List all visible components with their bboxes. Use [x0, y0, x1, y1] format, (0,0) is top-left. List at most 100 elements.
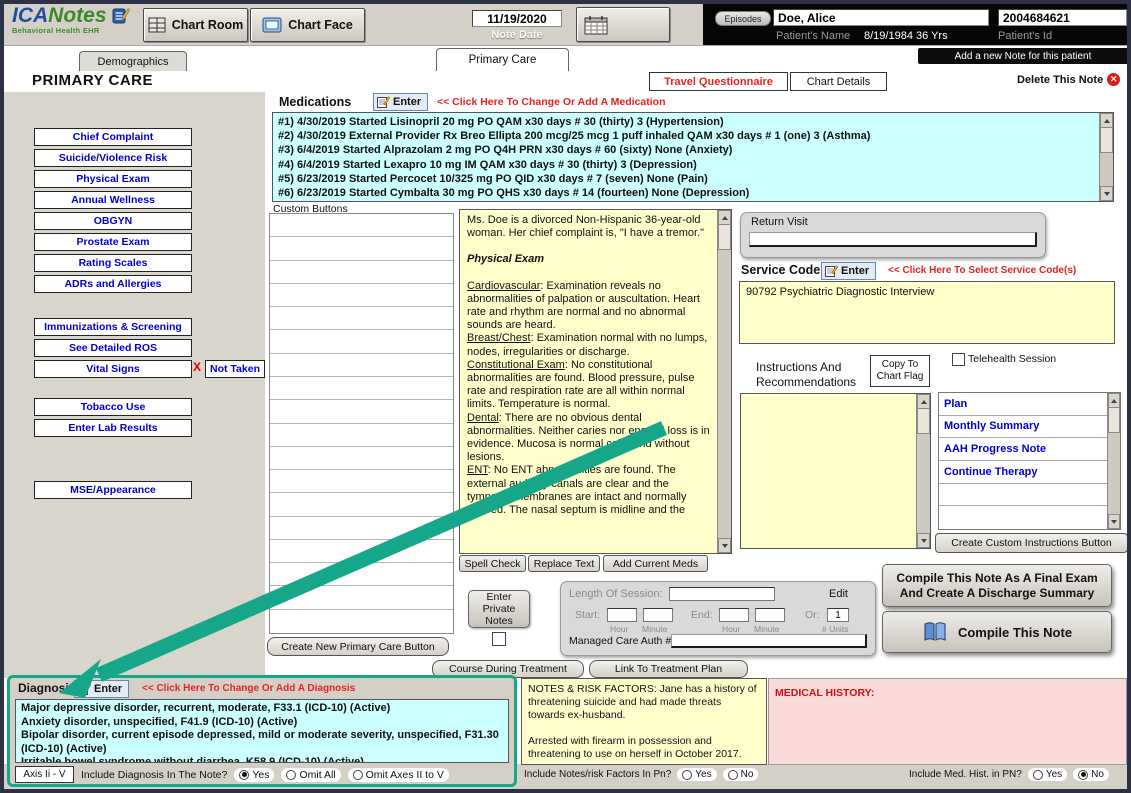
units-input[interactable] [827, 608, 849, 622]
diagnosis-row[interactable]: Bipolar disorder, current episode depres… [21, 729, 503, 756]
sidebar-item-immunizations-screening[interactable]: Immunizations & Screening [34, 318, 192, 336]
instructions-scrollbar[interactable] [916, 394, 930, 548]
notes-risk-no-option[interactable]: No [723, 768, 759, 781]
start-minute-input[interactable] [643, 608, 673, 622]
scroll-down-icon[interactable] [1108, 514, 1120, 529]
custom-button-slot[interactable] [270, 400, 453, 423]
return-visit-input[interactable] [749, 232, 1037, 247]
length-of-session-input[interactable] [669, 587, 775, 601]
service-code-box[interactable]: 90792 Psychiatric Diagnostic Interview [739, 281, 1115, 344]
sidebar-item-chief-complaint[interactable]: Chief Complaint [34, 128, 192, 146]
preset-item-empty[interactable] [939, 484, 1107, 507]
med-hist-no-radio[interactable] [1078, 770, 1088, 780]
scroll-thumb[interactable] [718, 224, 731, 250]
sidebar-item-mse-appearance[interactable]: MSE/Appearance [34, 481, 192, 499]
axis-ii-v-button[interactable]: Axis Ii - V [15, 766, 74, 783]
sidebar-item-enter-lab-results[interactable]: Enter Lab Results [34, 419, 192, 437]
sidebar-item-adrs-allergies[interactable]: ADRs and Allergies [34, 275, 192, 293]
tab-demographics[interactable]: Demographics [79, 51, 187, 71]
chart-room-button[interactable]: Chart Room [143, 8, 248, 42]
sidebar-item-vital-signs[interactable]: Vital Signs [34, 360, 192, 378]
presets-scrollbar[interactable] [1107, 393, 1120, 529]
custom-button-slot[interactable] [270, 586, 453, 609]
medication-row[interactable]: #2) 4/30/2019 External Provider Rx Breo … [278, 129, 1096, 143]
custom-button-slot[interactable] [270, 610, 453, 633]
end-minute-input[interactable] [755, 608, 785, 622]
spell-check-button[interactable]: Spell Check [459, 555, 526, 572]
episodes-button[interactable]: Episodes [715, 11, 771, 26]
diagnosis-yes-option[interactable]: Yes [234, 768, 274, 782]
note-date-input[interactable] [472, 10, 562, 27]
sidebar-item-see-detailed-ros[interactable]: See Detailed ROS [34, 339, 192, 357]
custom-button-slot[interactable] [270, 493, 453, 516]
scroll-thumb[interactable] [1100, 127, 1113, 153]
sidebar-item-physical-exam[interactable]: Physical Exam [34, 170, 192, 188]
custom-button-slot[interactable] [270, 424, 453, 447]
preset-item-continue-therapy[interactable]: Continue Therapy [939, 461, 1107, 484]
patient-id-input[interactable] [998, 9, 1127, 26]
preset-item-aah-progress-note[interactable]: AAH Progress Note [939, 438, 1107, 461]
custom-button-slot[interactable] [270, 307, 453, 330]
scroll-up-icon[interactable] [1100, 113, 1113, 128]
custom-button-slot[interactable] [270, 447, 453, 470]
notes-risk-box[interactable]: NOTES & RISK FACTORS: Jane has a history… [521, 678, 767, 765]
sidebar-item-suicide-violence-risk[interactable]: Suicide/Violence Risk [34, 149, 192, 167]
diagnosis-omit-all-radio[interactable] [286, 770, 296, 780]
sidebar-item-rating-scales[interactable]: Rating Scales [34, 254, 192, 272]
calendar-button[interactable] [576, 7, 670, 42]
medication-row[interactable]: #4) 6/4/2019 Started Lexapro 10 mg IM QA… [278, 158, 1096, 172]
custom-button-slot[interactable] [270, 540, 453, 563]
add-current-meds-button[interactable]: Add Current Meds [603, 555, 708, 572]
edit-session-button[interactable]: Edit [829, 588, 848, 600]
scroll-up-icon[interactable] [1108, 393, 1120, 408]
add-new-note-button[interactable]: Add a new Note for this patient [918, 48, 1128, 64]
custom-button-slot[interactable] [270, 237, 453, 260]
vital-signs-not-taken-button[interactable]: Not Taken [205, 360, 265, 378]
medication-row[interactable]: #6) 6/23/2019 Started Cymbalta 30 mg PO … [278, 186, 1096, 200]
note-preview-scrollbar[interactable] [717, 210, 731, 553]
scroll-down-icon[interactable] [718, 538, 731, 553]
travel-questionnaire-button[interactable]: Travel Questionnaire [649, 72, 788, 91]
diagnosis-list[interactable]: Major depressive disorder, recurrent, mo… [15, 699, 509, 763]
create-custom-instructions-button[interactable]: Create Custom Instructions Button [935, 533, 1128, 553]
link-to-treatment-plan-button[interactable]: Link To Treatment Plan [589, 660, 748, 678]
tab-primary-care[interactable]: Primary Care [436, 48, 569, 71]
start-hour-input[interactable] [607, 608, 637, 622]
scroll-thumb[interactable] [1108, 407, 1120, 433]
preset-item-plan[interactable]: Plan [939, 393, 1107, 416]
med-hist-yes-radio[interactable] [1033, 770, 1043, 780]
sidebar-item-annual-wellness[interactable]: Annual Wellness [34, 191, 192, 209]
medications-enter-button[interactable]: Enter [373, 93, 428, 111]
medications-scrollbar[interactable] [1099, 113, 1113, 201]
scroll-up-icon[interactable] [917, 394, 930, 409]
diagnosis-enter-button[interactable]: Enter [74, 680, 129, 698]
scroll-up-icon[interactable] [718, 210, 731, 225]
medications-list[interactable]: #1) 4/30/2019 Started Lisinopril 20 mg P… [272, 112, 1114, 202]
notes-risk-yes-option[interactable]: Yes [677, 768, 716, 781]
preset-item-empty[interactable] [939, 506, 1107, 529]
diagnosis-omit-axes-option[interactable]: Omit Axes II to V [348, 768, 449, 782]
custom-button-slot[interactable] [270, 517, 453, 540]
medication-row[interactable]: #1) 4/30/2019 Started Lisinopril 20 mg P… [278, 115, 1096, 129]
chart-details-button[interactable]: Chart Details [790, 72, 887, 91]
patient-name-input[interactable] [773, 9, 989, 26]
compile-final-exam-button[interactable]: Compile This Note As A Final Exam And Cr… [882, 564, 1112, 607]
chart-face-button[interactable]: Chart Face [250, 8, 365, 42]
diagnosis-yes-radio[interactable] [239, 770, 249, 780]
replace-text-button[interactable]: Replace Text [528, 555, 600, 572]
custom-button-slot[interactable] [270, 261, 453, 284]
diagnosis-omit-all-option[interactable]: Omit All [281, 768, 340, 782]
med-hist-yes-option[interactable]: Yes [1028, 768, 1067, 781]
custom-button-slot[interactable] [270, 377, 453, 400]
enter-private-notes-button[interactable]: Enter Private Notes [468, 590, 530, 628]
compile-this-note-button[interactable]: Compile This Note [882, 611, 1112, 653]
private-notes-checkbox[interactable] [492, 632, 506, 646]
scroll-thumb[interactable] [917, 408, 930, 434]
note-preview-area[interactable]: Ms. Doe is a divorced Non-Hispanic 36-ye… [459, 209, 732, 554]
copy-to-chart-flag-button[interactable]: Copy To Chart Flag [870, 355, 930, 387]
scroll-down-icon[interactable] [1100, 186, 1113, 201]
diagnosis-row[interactable]: Irritable bowel syndrome without diarrhe… [21, 756, 503, 763]
end-hour-input[interactable] [719, 608, 749, 622]
medical-history-box[interactable]: MEDICAL HISTORY: [768, 678, 1127, 765]
custom-button-slot[interactable] [270, 354, 453, 377]
